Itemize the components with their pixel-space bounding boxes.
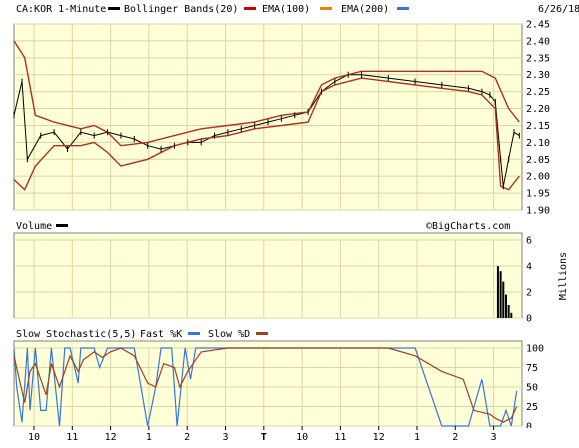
stochastic-y-tick-label: 75 <box>526 363 538 374</box>
volume-bar <box>507 305 510 318</box>
x-tick-label: 11 <box>334 432 346 443</box>
x-tick-label: 11 <box>66 432 78 443</box>
volume-legend-swatch <box>56 224 68 227</box>
price-y-axis: 2.45 2.40 2.35 2.30 2.25 2.20 2.15 2.10 2.05 2.00… <box>526 20 550 217</box>
ema100-legend-swatch <box>244 7 256 10</box>
price-y-tick-label: 2.30 <box>526 70 550 81</box>
volume-bar <box>499 271 502 318</box>
stochastic-label: Slow Stochastic(5,5) <box>16 329 136 340</box>
stochastic-plot-area <box>13 340 523 427</box>
ema200-legend-swatch <box>320 7 332 10</box>
volume-bar <box>504 294 507 318</box>
stock-chart: 2.45 2.40 2.35 2.30 2.25 2.20 2.15 2.10 2.05 2.00… <box>0 0 579 444</box>
price-y-tick-label: 2.00 <box>526 172 550 183</box>
blue-legend-swatch <box>397 7 409 10</box>
volume-y-tick-label: 2 <box>526 288 532 299</box>
x-tick-label: 12 <box>105 432 117 443</box>
volume-plot-area <box>13 232 523 319</box>
ema100-legend-label: EMA(100) <box>262 4 310 15</box>
price-y-tick-label: 2.20 <box>526 104 550 115</box>
price-y-tick-label: 2.15 <box>526 121 550 132</box>
x-tick-label: 2 <box>184 432 190 443</box>
stochastic-panel: Slow Stochastic(5,5) Fast %K Slow %D 100… <box>13 327 544 433</box>
x-tick-label: 10 <box>28 432 40 443</box>
ema200-legend-label: EMA(200) <box>341 4 389 15</box>
chart-date: 6/26/18 <box>538 4 579 15</box>
price-y-tick-label: 2.45 <box>526 20 550 31</box>
stochastic-y-tick-label: 100 <box>526 344 544 355</box>
bollinger-legend-swatch <box>108 7 120 10</box>
price-y-tick-label: 2.25 <box>526 87 550 98</box>
volume-bar <box>502 281 505 318</box>
volume-panel: Volume ©BigCharts.com 6 4 2 0 Millions <box>13 219 569 325</box>
x-tick-label: 3 <box>222 432 228 443</box>
stochastic-y-tick-label: 25 <box>526 402 538 413</box>
chart-symbol-label: CA:KOR 1-Minute <box>16 4 106 15</box>
volume-units-label: Millions <box>558 252 569 300</box>
volume-bar <box>510 312 513 318</box>
x-tick-label: 3 <box>491 432 497 443</box>
fast-k-label: Fast %K <box>140 329 182 340</box>
slow-d-label: Slow %D <box>208 329 250 340</box>
volume-y-tick-label: 4 <box>526 262 532 273</box>
chart-canvas: 2.45 2.40 2.35 2.30 2.25 2.20 2.15 2.10 2.05 2.00… <box>0 0 579 444</box>
x-tick-label: 1 <box>146 432 152 443</box>
fast-k-legend-swatch <box>188 332 200 335</box>
x-tick-label: 12 <box>373 432 385 443</box>
x-tick-label: 2 <box>452 432 458 443</box>
price-y-tick-label: 1.90 <box>526 206 550 217</box>
price-y-tick-label: 2.35 <box>526 53 550 64</box>
price-panel: 2.45 2.40 2.35 2.30 2.25 2.20 2.15 2.10 2.05 2.00… <box>0 0 579 217</box>
bollinger-legend-label: Bollinger Bands(20) <box>124 4 238 15</box>
volume-y-tick-label: 0 <box>526 314 532 325</box>
price-y-tick-label: 1.95 <box>526 189 550 200</box>
x-tick-label: 1 <box>414 432 420 443</box>
price-y-tick-label: 2.40 <box>526 36 550 47</box>
volume-bar <box>496 266 499 318</box>
stochastic-y-tick-label: 50 <box>526 383 538 394</box>
watermark: ©BigCharts.com <box>426 221 510 232</box>
price-y-tick-label: 2.05 <box>526 155 550 166</box>
slow-d-legend-swatch <box>256 332 268 335</box>
x-tick-label: T <box>261 432 267 443</box>
time-x-axis: 10 11 12 1 2 3 T 10 11 12 1 2 3 <box>0 426 579 444</box>
volume-y-axis: 6 4 2 0 <box>526 236 532 325</box>
price-y-tick-label: 2.10 <box>526 138 550 149</box>
price-plot-area <box>13 23 523 211</box>
volume-label: Volume <box>16 221 52 232</box>
stochastic-y-axis: 1007550250 <box>526 344 544 433</box>
x-tick-label: 10 <box>296 432 308 443</box>
volume-y-tick-label: 6 <box>526 236 532 247</box>
